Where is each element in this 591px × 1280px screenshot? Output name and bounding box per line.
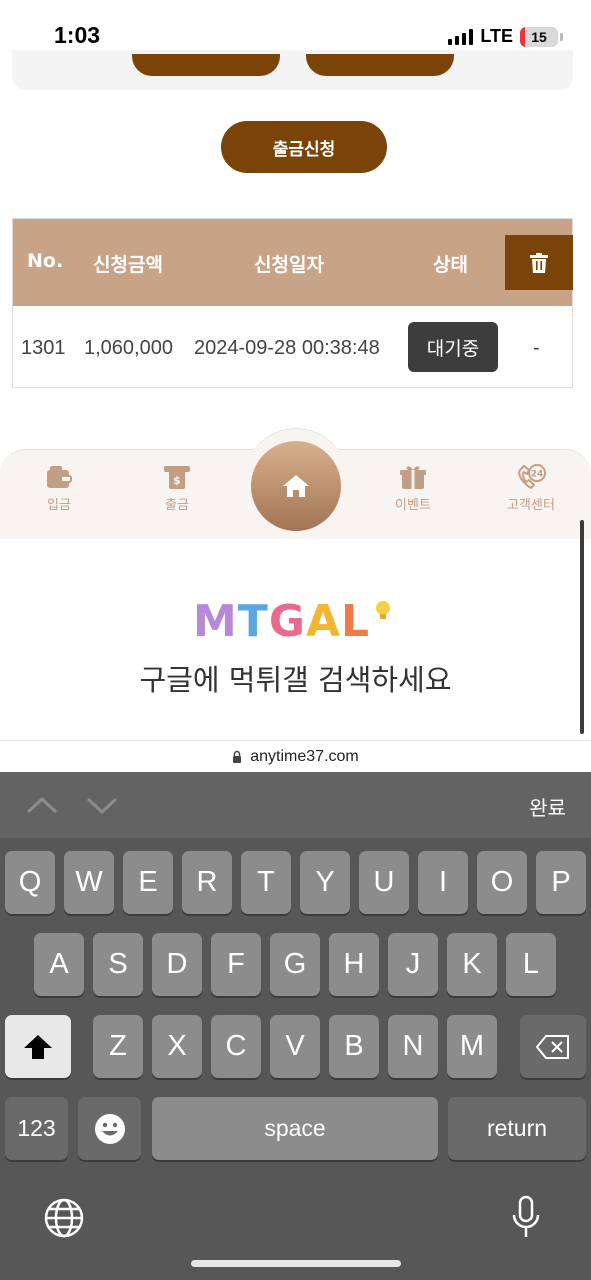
header-no: No. — [27, 250, 64, 272]
key-q[interactable]: Q — [5, 851, 55, 914]
nav-event-label: 이벤트 — [395, 498, 431, 513]
key-t[interactable]: T — [241, 851, 291, 914]
numbers-key[interactable]: 123 — [5, 1097, 68, 1160]
atm-icon: $ — [164, 466, 190, 489]
url-text: anytime37.com — [250, 747, 359, 765]
key-b[interactable]: B — [329, 1015, 379, 1078]
keyboard-accessory-bar: 완료 — [0, 772, 591, 838]
key-u[interactable]: U — [359, 851, 409, 914]
key-j[interactable]: J — [388, 933, 438, 996]
wallet-icon — [47, 466, 72, 488]
key-g[interactable]: G — [270, 933, 320, 996]
emoji-key[interactable] — [78, 1097, 141, 1160]
header-date: 신청일자 — [254, 254, 324, 276]
key-a[interactable]: A — [34, 933, 84, 996]
status-indicators: LTE 15 — [448, 26, 563, 47]
battery-icon: 15 — [520, 26, 558, 47]
search-banner[interactable]: MTGAL 구글에 먹튀갤 검색하세요 — [0, 539, 591, 739]
previous-button-right[interactable] — [306, 54, 454, 76]
nav-deposit[interactable]: 입금 — [14, 464, 104, 513]
key-r[interactable]: R — [182, 851, 232, 914]
status-time: 1:03 — [54, 22, 101, 48]
return-key[interactable]: return — [448, 1097, 586, 1160]
globe-icon[interactable] — [43, 1197, 85, 1239]
done-button[interactable]: 완료 — [529, 792, 566, 821]
header-status: 상태 — [433, 254, 468, 276]
key-x[interactable]: X — [152, 1015, 202, 1078]
key-i[interactable]: I — [418, 851, 468, 914]
header-amount: 신청금액 — [93, 254, 163, 276]
lightbulb-icon — [376, 601, 391, 619]
key-w[interactable]: W — [64, 851, 114, 914]
key-v[interactable]: V — [270, 1015, 320, 1078]
withdraw-request-button[interactable]: 출금신청 — [221, 121, 387, 173]
space-key[interactable]: space — [152, 1097, 438, 1160]
battery-cap — [560, 32, 563, 41]
previous-button-left[interactable] — [132, 54, 280, 76]
signal-icon — [448, 28, 474, 45]
key-c[interactable]: C — [211, 1015, 261, 1078]
key-f[interactable]: F — [211, 933, 261, 996]
keyboard: QWERTYUIOP ASDFGHJKL ZXCVBNM 123 space r… — [0, 838, 591, 1280]
cell-date: 2024-09-28 00:38:48 — [194, 337, 380, 359]
key-s[interactable]: S — [93, 933, 143, 996]
key-d[interactable]: D — [152, 933, 202, 996]
url-bar[interactable]: anytime37.com — [0, 740, 591, 772]
chevron-down-icon[interactable] — [84, 792, 120, 818]
key-l[interactable]: L — [506, 933, 556, 996]
nav-support-label: 고객센터 — [507, 498, 555, 513]
support-badge: 24 — [531, 470, 544, 480]
key-m[interactable]: M — [447, 1015, 497, 1078]
backspace-icon — [536, 1034, 569, 1059]
emoji-icon — [94, 1113, 125, 1144]
mtgal-logo: MTGAL — [193, 596, 394, 647]
cell-action: - — [533, 337, 540, 359]
delete-all-button[interactable] — [505, 235, 573, 290]
chevron-up-icon[interactable] — [24, 792, 60, 818]
svg-text:$: $ — [173, 474, 181, 487]
support-24-icon: 24 — [518, 464, 546, 490]
shift-icon — [24, 1034, 52, 1059]
home-icon — [283, 475, 309, 497]
cell-no: 1301 — [21, 337, 66, 359]
backspace-key[interactable] — [520, 1015, 586, 1078]
lock-icon — [233, 750, 242, 763]
key-o[interactable]: O — [477, 851, 527, 914]
shift-key[interactable] — [5, 1015, 71, 1078]
key-n[interactable]: N — [388, 1015, 438, 1078]
key-k[interactable]: K — [447, 933, 497, 996]
nav-event[interactable]: 이벤트 — [368, 464, 458, 513]
key-y[interactable]: Y — [300, 851, 350, 914]
status-badge: 대기중 — [408, 322, 498, 372]
gift-icon — [400, 466, 426, 489]
key-p[interactable]: P — [536, 851, 586, 914]
nav-withdraw-label: 출금 — [165, 498, 189, 513]
withdraw-history-table: No. 신청금액 신청일자 상태 1301 1,060,000 2024-09-… — [12, 218, 573, 388]
trash-icon — [530, 252, 548, 273]
cell-amount: 1,060,000 — [84, 337, 173, 359]
network-type: LTE — [480, 26, 513, 46]
nav-deposit-label: 입금 — [47, 498, 71, 513]
scrollbar[interactable] — [580, 520, 584, 734]
table-header: No. 신청금액 신청일자 상태 — [13, 219, 573, 306]
key-z[interactable]: Z — [93, 1015, 143, 1078]
home-button[interactable] — [251, 441, 341, 531]
key-h[interactable]: H — [329, 933, 379, 996]
microphone-icon[interactable] — [510, 1195, 542, 1241]
banner-text: 구글에 먹튀갤 검색하세요 — [139, 663, 452, 697]
battery-level: 15 — [531, 28, 547, 45]
nav-withdraw[interactable]: $ 출금 — [132, 464, 222, 513]
previous-card — [12, 50, 573, 90]
nav-support[interactable]: 24 고객센터 — [486, 464, 576, 513]
key-e[interactable]: E — [123, 851, 173, 914]
home-indicator — [191, 1260, 401, 1267]
